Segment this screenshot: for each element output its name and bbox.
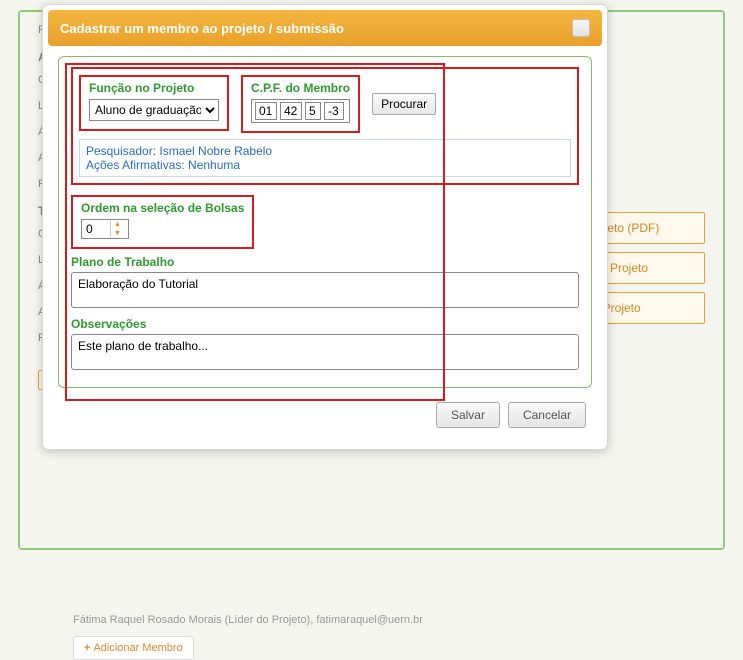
plano-textarea[interactable]	[71, 272, 579, 308]
funcao-select[interactable]: Aluno de graduação	[89, 99, 219, 121]
cpf-part-2[interactable]	[280, 102, 302, 120]
form-panel: Função no Projeto Aluno de graduação C.P…	[58, 56, 592, 388]
cpf-part-3[interactable]	[305, 102, 321, 120]
cpf-part-1[interactable]	[255, 102, 277, 120]
procurar-button[interactable]: Procurar	[372, 93, 436, 115]
cancel-button[interactable]: Cancelar	[508, 402, 586, 428]
plano-label: Plano de Trabalho	[71, 255, 579, 269]
add-member-button[interactable]: +Adicionar Membro	[73, 636, 194, 660]
ordem-highlight: Ordem na seleção de Bolsas ▲ ▼	[71, 195, 254, 249]
cpf-label: C.P.F. do Membro	[251, 81, 350, 95]
cpf-input-group	[251, 99, 350, 123]
modal-footer: Salvar Cancelar	[58, 388, 592, 434]
add-member-modal: Cadastrar um membro ao projeto / submiss…	[42, 4, 608, 450]
cpf-part-4[interactable]	[324, 102, 344, 120]
obs-textarea[interactable]	[71, 334, 579, 370]
funcao-label: Função no Projeto	[89, 81, 219, 95]
cpf-highlight: C.P.F. do Membro	[241, 75, 360, 133]
stepper-up-icon[interactable]: ▲	[111, 220, 124, 229]
close-button[interactable]	[572, 19, 590, 37]
ordem-input[interactable]	[82, 220, 110, 238]
ordem-label: Ordem na seleção de Bolsas	[81, 201, 244, 215]
modal-header: Cadastrar um membro ao projeto / submiss…	[48, 10, 602, 46]
researcher-name-line: Pesquisador: Ismael Nobre Rabelo	[86, 144, 564, 158]
funcao-highlight: Função no Projeto Aluno de graduação	[79, 75, 229, 131]
obs-label: Observações	[71, 317, 579, 331]
plus-icon: +	[84, 642, 90, 654]
top-highlight-group: Função no Projeto Aluno de graduação C.P…	[71, 67, 579, 185]
affirmative-actions-line: Ações Afirmativas: Nenhuma	[86, 158, 564, 172]
modal-title: Cadastrar um membro ao projeto / submiss…	[60, 21, 344, 36]
modal-backdrop: Cadastrar um membro ao projeto / submiss…	[0, 0, 743, 567]
researcher-info-box: Pesquisador: Ismael Nobre Rabelo Ações A…	[79, 139, 571, 177]
save-button[interactable]: Salvar	[436, 402, 500, 428]
add-member-label: Adicionar Membro	[93, 642, 182, 654]
stepper-down-icon[interactable]: ▼	[111, 229, 124, 238]
member-line: Fátima Raquel Rosado Morais (Líder do Pr…	[73, 614, 705, 626]
ordem-stepper: ▲ ▼	[81, 219, 129, 239]
modal-body: Função no Projeto Aluno de graduação C.P…	[48, 46, 602, 444]
